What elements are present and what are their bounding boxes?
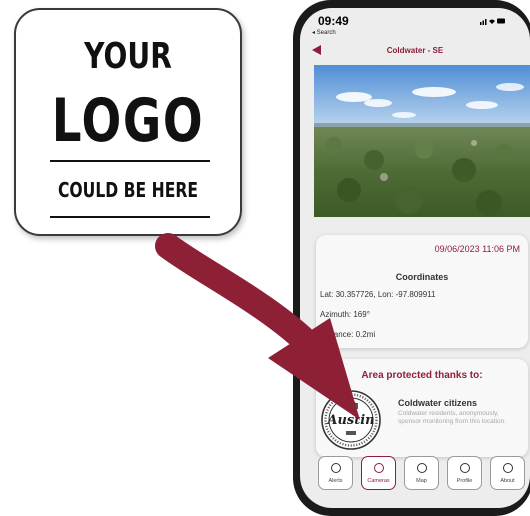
pointer-arrow-icon bbox=[155, 233, 360, 420]
